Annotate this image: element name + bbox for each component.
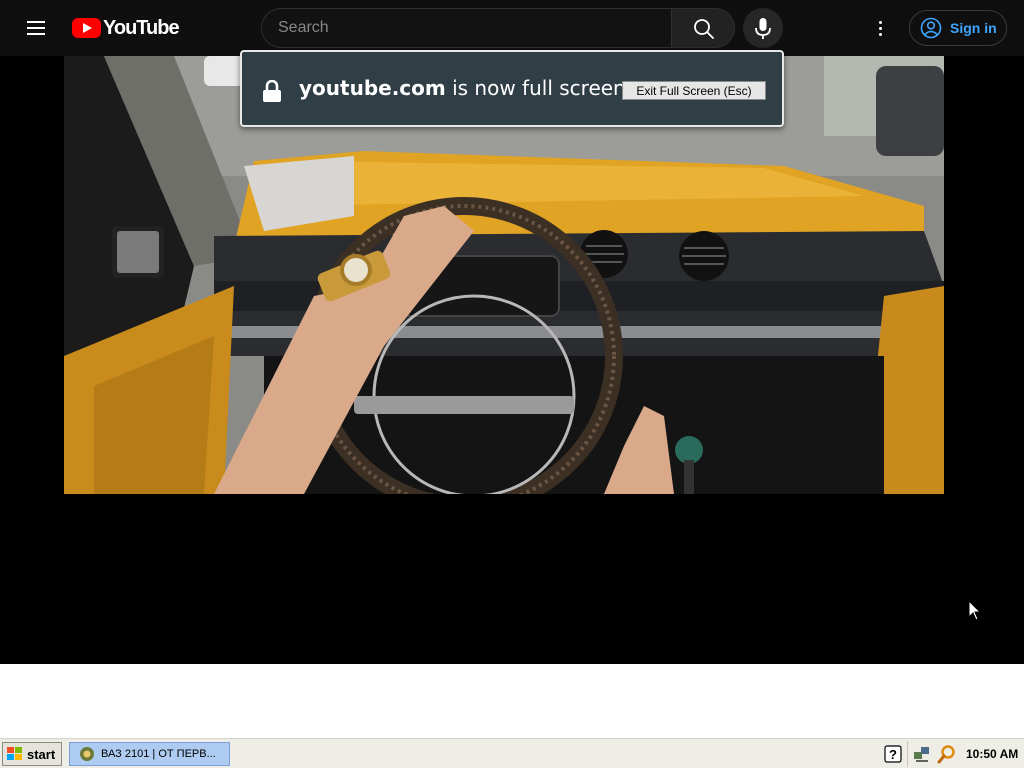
fullscreen-message: youtube.com is now full screen bbox=[299, 76, 626, 100]
sign-in-button[interactable]: Sign in bbox=[909, 10, 1007, 46]
search-tray-icon[interactable] bbox=[936, 744, 956, 764]
microphone-icon bbox=[755, 18, 771, 39]
network-icon[interactable] bbox=[912, 744, 932, 764]
masthead: YouTube Sign in bbox=[0, 0, 1024, 56]
start-button[interactable]: start bbox=[2, 742, 62, 766]
system-tray: 10:50 AM bbox=[907, 741, 1024, 767]
cursor-arrow-icon bbox=[968, 600, 982, 621]
fullscreen-domain: youtube.com bbox=[299, 76, 446, 100]
help-icon[interactable]: ? bbox=[884, 745, 902, 763]
svg-text:?: ? bbox=[889, 747, 897, 762]
taskbar-window-label: ВАЗ 2101 | ОТ ПЕРВ... bbox=[101, 748, 216, 760]
more-vert-icon[interactable] bbox=[864, 12, 896, 44]
youtube-logo[interactable]: YouTube bbox=[72, 16, 180, 40]
app-icon bbox=[80, 747, 94, 761]
menu-icon[interactable] bbox=[20, 12, 52, 44]
search-input[interactable] bbox=[262, 9, 671, 47]
logo-text: YouTube bbox=[103, 16, 180, 39]
video-player[interactable] bbox=[0, 56, 1024, 664]
page-content-area bbox=[0, 664, 1024, 738]
start-label: start bbox=[27, 746, 56, 762]
youtube-logo-icon bbox=[72, 18, 101, 38]
search-button[interactable] bbox=[671, 8, 735, 48]
taskbar-window-button[interactable]: ВАЗ 2101 | ОТ ПЕРВ... bbox=[69, 742, 230, 766]
lock-icon bbox=[263, 80, 281, 102]
clock: 10:50 AM bbox=[966, 747, 1019, 761]
sign-in-label: Sign in bbox=[950, 20, 997, 36]
fullscreen-message-text: is now full screen bbox=[445, 76, 626, 100]
windows-flag-icon bbox=[7, 747, 22, 760]
fullscreen-notice: youtube.com is now full screen Exit Full… bbox=[240, 50, 784, 127]
voice-search-button[interactable] bbox=[743, 8, 783, 48]
account-icon bbox=[920, 17, 942, 39]
taskbar: start ВАЗ 2101 | ОТ ПЕРВ... ? 10:50 AM bbox=[0, 738, 1024, 768]
exit-fullscreen-button[interactable]: Exit Full Screen (Esc) bbox=[622, 81, 766, 100]
search-icon bbox=[694, 19, 714, 39]
search-box bbox=[261, 8, 671, 48]
